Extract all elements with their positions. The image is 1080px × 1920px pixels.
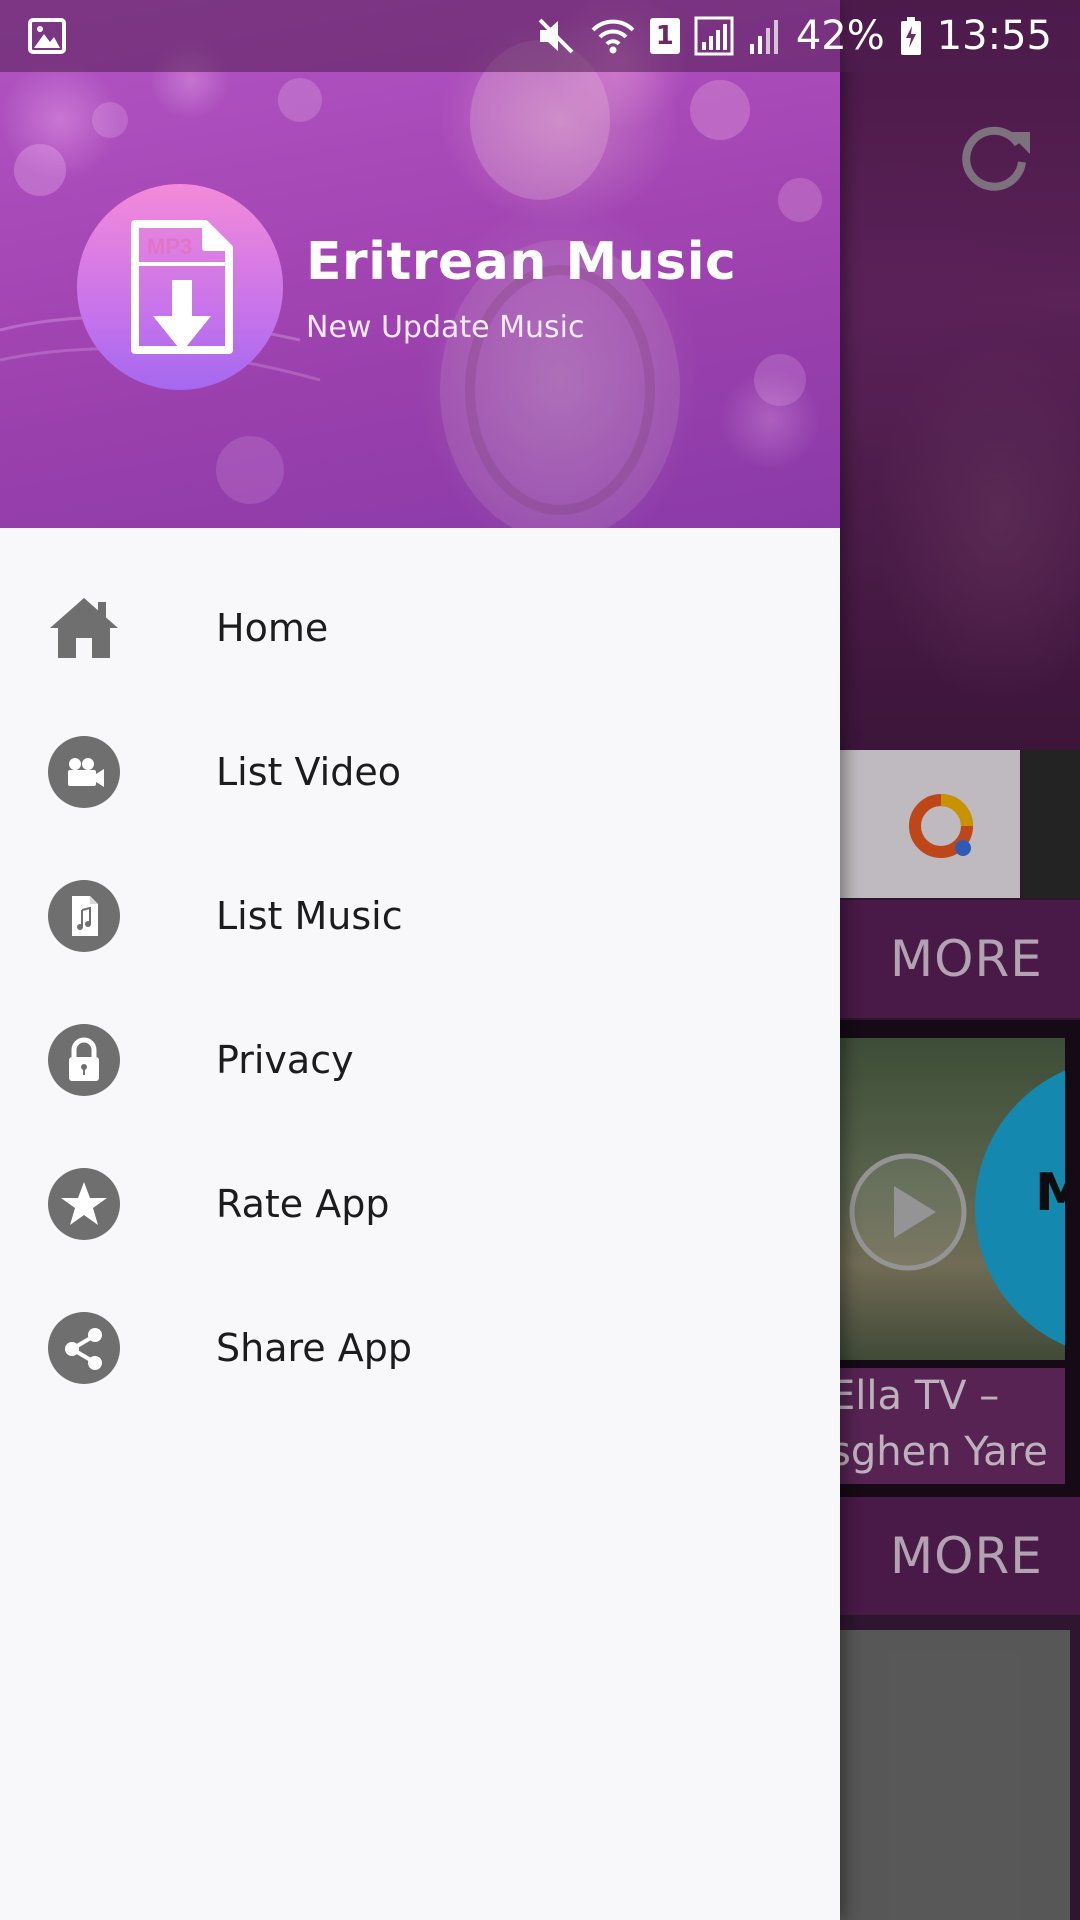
menu-item-label: Privacy <box>216 1038 354 1082</box>
menu-item-label: Share App <box>216 1326 412 1370</box>
mp3-download-icon: MP3 <box>131 220 233 354</box>
menu-item-privacy[interactable]: Privacy <box>0 988 840 1132</box>
share-icon <box>48 1312 120 1384</box>
image-notification-icon <box>28 18 66 54</box>
menu-item-rate-app[interactable]: Rate App <box>0 1132 840 1276</box>
menu-item-list-video[interactable]: List Video <box>0 700 840 844</box>
sim-icon: 1 <box>649 18 680 54</box>
mute-icon <box>538 18 574 54</box>
sim-slot-label: 1 <box>655 21 674 51</box>
menu-item-home[interactable]: Home <box>0 556 840 700</box>
navigation-drawer: MP3 Eritrean Music New Update Music Home <box>0 0 840 1920</box>
menu-item-list-music[interactable]: List Music <box>0 844 840 988</box>
signal-icon <box>694 16 734 56</box>
menu-item-label: Home <box>216 606 329 650</box>
status-bar: 1 42% 13:55 <box>0 0 1080 72</box>
app-title: Eritrean Music <box>306 232 737 292</box>
battery-percent: 42% <box>795 13 885 59</box>
signal-weak-icon <box>749 20 778 54</box>
star-icon <box>48 1168 120 1240</box>
battery-charging-icon <box>900 17 921 55</box>
music-file-icon <box>48 880 120 952</box>
logo-text: MP3 <box>147 234 192 259</box>
home-icon <box>50 598 118 658</box>
status-time: 13:55 <box>936 13 1052 59</box>
video-camera-icon <box>48 736 120 808</box>
app-subtitle: New Update Music <box>306 310 585 345</box>
lock-icon <box>48 1024 120 1096</box>
menu-item-label: List Music <box>216 894 403 938</box>
wifi-icon <box>591 19 635 54</box>
menu-item-label: List Video <box>216 750 401 794</box>
drawer-menu: Home List Video List Music Privacy Rate … <box>0 556 840 1420</box>
drawer-header: MP3 Eritrean Music New Update Music <box>0 0 840 528</box>
menu-item-label: Rate App <box>216 1182 390 1226</box>
menu-item-share-app[interactable]: Share App <box>0 1276 840 1420</box>
